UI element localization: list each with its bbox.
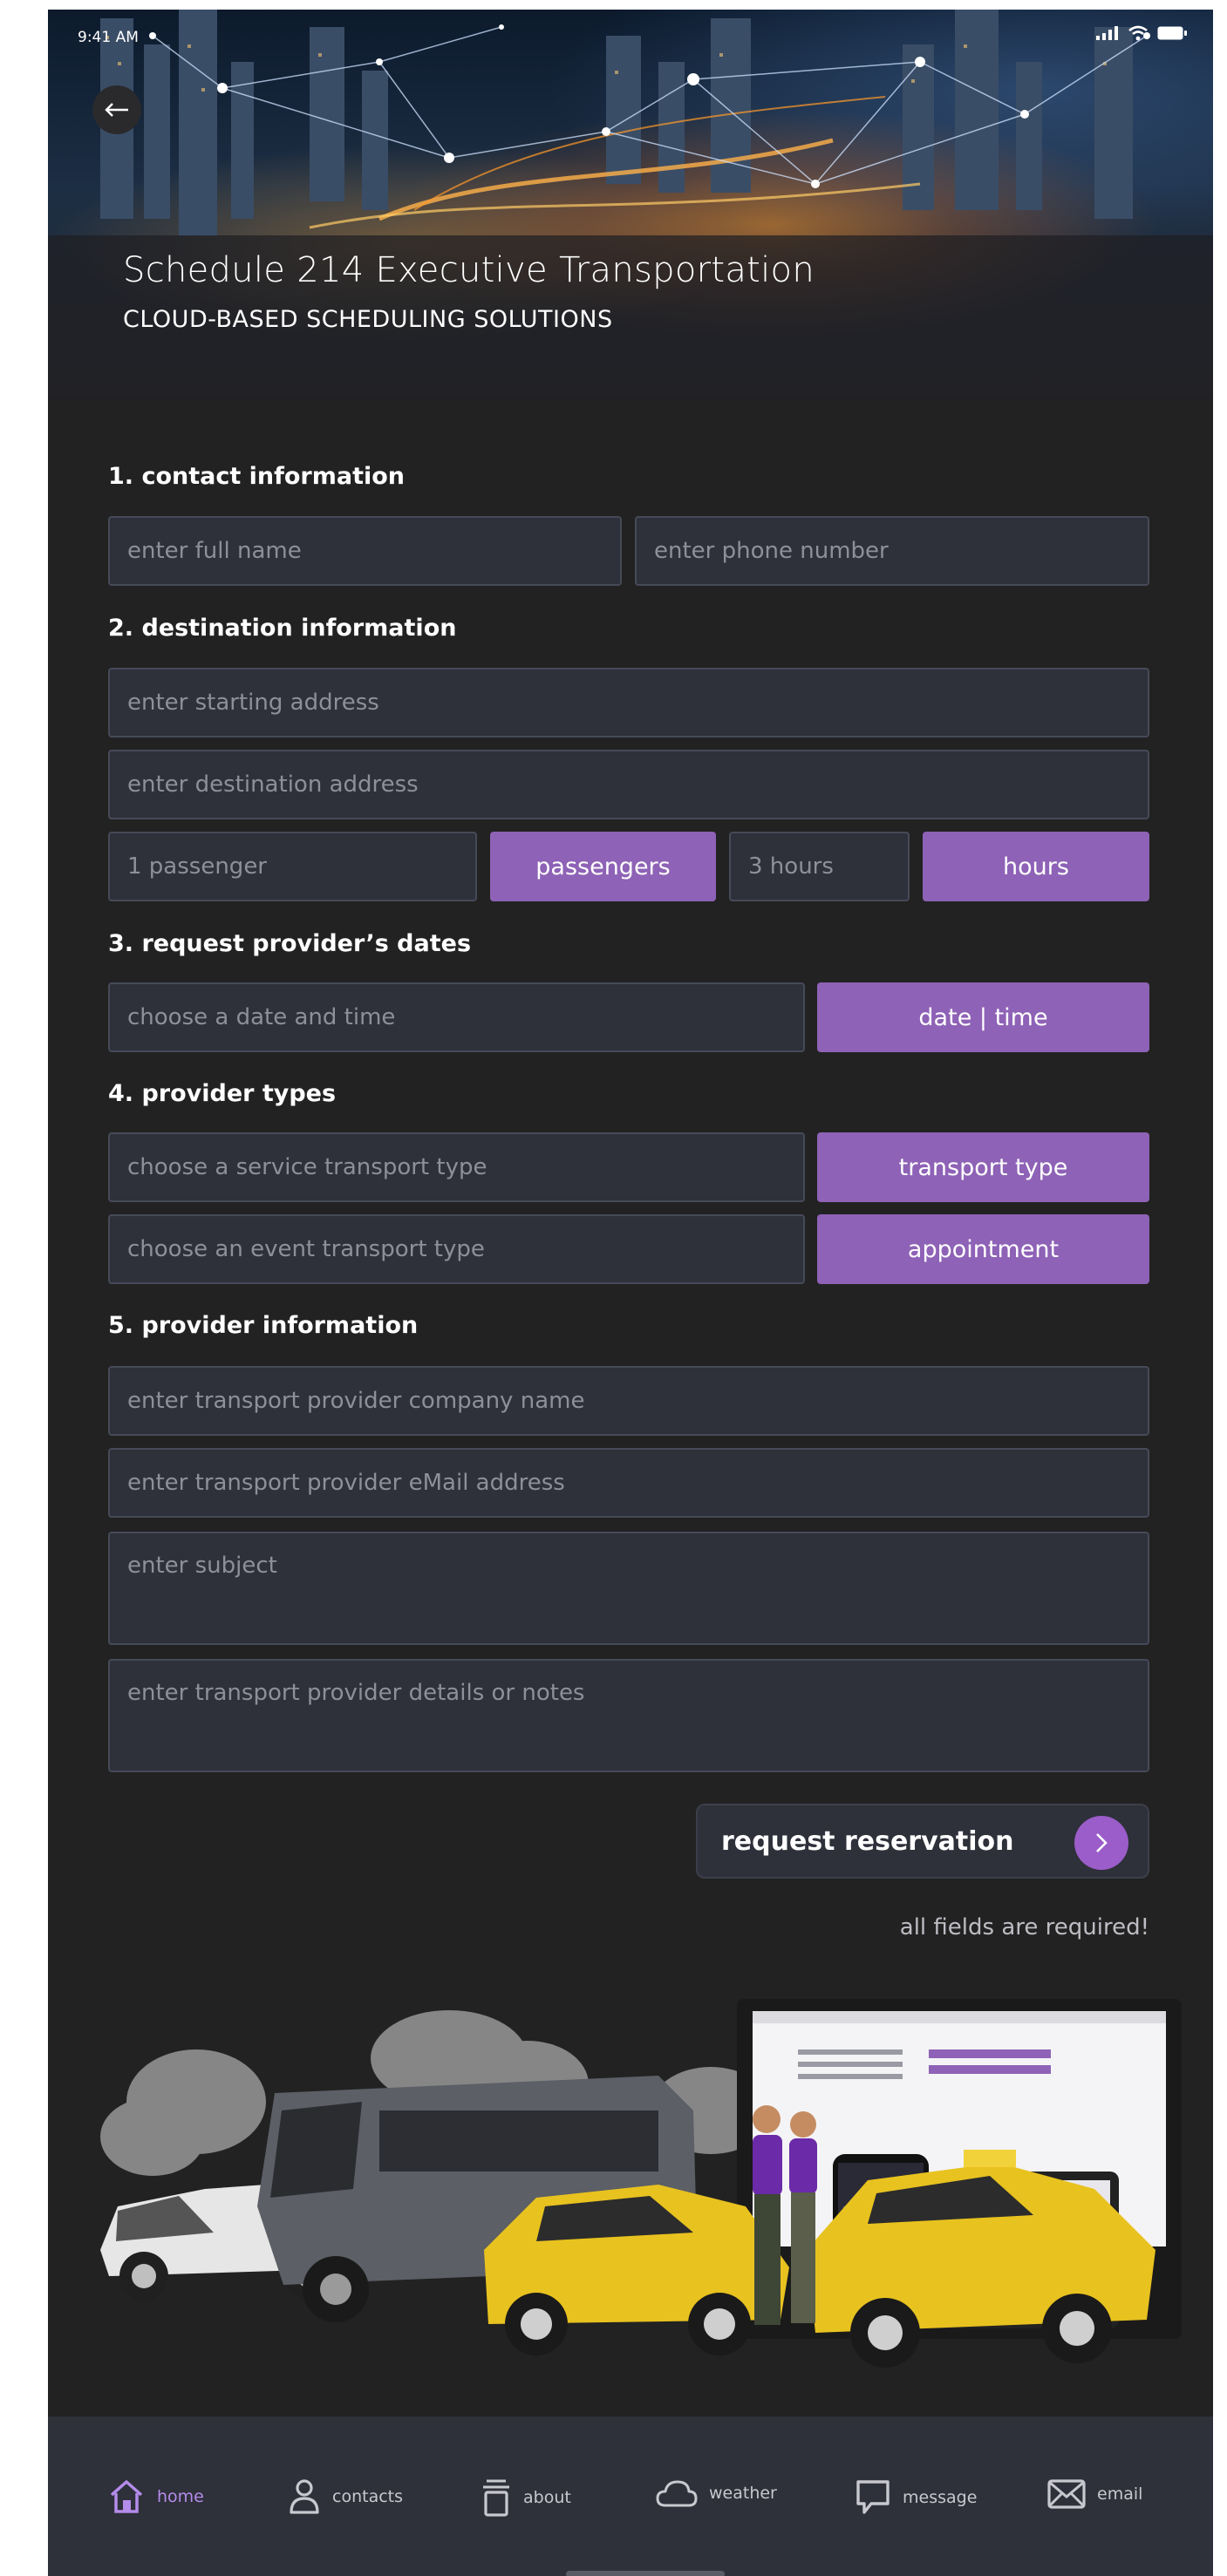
page-title: Schedule 214 Executive Transportation — [123, 250, 815, 290]
request-reservation-button[interactable]: request reservation — [696, 1804, 1149, 1879]
section-heading-dates: 3. request provider’s dates — [108, 930, 472, 957]
destination-address-input[interactable]: enter destination address — [108, 750, 1149, 819]
required-fields-note: all fields are required! — [899, 1914, 1149, 1940]
date-time-button[interactable]: date | time — [817, 982, 1149, 1052]
home-icon — [110, 2480, 143, 2513]
section-heading-provider-types: 4. provider types — [108, 1080, 337, 1107]
hours-value-field[interactable]: 3 hours — [729, 832, 910, 901]
appointment-button[interactable]: appointment — [817, 1214, 1149, 1284]
tab-weather[interactable]: weather — [655, 2477, 777, 2509]
tab-weather-label: weather — [709, 2484, 777, 2503]
provider-company-input[interactable]: enter transport provider company name — [108, 1366, 1149, 1436]
tab-contacts[interactable]: contacts — [287, 2477, 403, 2516]
trash-icon — [483, 2479, 509, 2517]
app-screen: 9:41 AM Schedule 214 Executive Transport… — [48, 10, 1213, 2576]
tab-contacts-label: contacts — [332, 2487, 404, 2506]
tab-about[interactable]: about — [480, 2477, 571, 2518]
date-time-input[interactable]: choose a date and time — [108, 982, 805, 1052]
phone-input[interactable]: enter phone number — [635, 516, 1149, 586]
status-icons — [1096, 25, 1187, 41]
service-transport-type-select[interactable]: choose a service transport type — [108, 1132, 805, 1202]
signal-icon — [1096, 26, 1118, 40]
passengers-value-field[interactable]: 1 passenger — [108, 832, 477, 901]
hero-header: 9:41 AM Schedule 214 Executive Transport… — [48, 10, 1213, 401]
section-heading-contact: 1. contact information — [108, 463, 406, 490]
tab-message-label: message — [903, 2488, 978, 2507]
tab-message[interactable]: message — [854, 2477, 977, 2518]
full-name-input[interactable]: enter full name — [108, 516, 622, 586]
tab-about-label: about — [523, 2488, 571, 2507]
speech-bubble-icon — [856, 2480, 890, 2514]
details-notes-textarea[interactable]: enter transport provider details or note… — [108, 1659, 1149, 1772]
vehicles-illustration — [100, 1999, 1182, 2368]
home-indicator — [566, 2571, 725, 2576]
cloud-icon — [656, 2480, 698, 2507]
back-button[interactable] — [92, 85, 141, 134]
event-transport-type-select[interactable]: choose an event transport type — [108, 1214, 805, 1284]
wifi-icon — [1128, 25, 1148, 41]
chevron-right-icon — [1074, 1816, 1128, 1870]
status-time: 9:41 AM — [78, 29, 139, 46]
person-icon — [290, 2479, 319, 2514]
bottom-tab-bar: home contacts about weather message emai… — [48, 2416, 1213, 2576]
tab-email[interactable]: email — [1046, 2477, 1142, 2511]
request-reservation-label: request reservation — [721, 1825, 1014, 1857]
subject-input[interactable]: enter subject — [108, 1532, 1149, 1645]
transport-type-button[interactable]: transport type — [817, 1132, 1149, 1202]
hours-button[interactable]: hours — [923, 832, 1149, 901]
section-heading-provider-info: 5. provider information — [108, 1312, 419, 1339]
battery-icon — [1157, 26, 1187, 40]
tab-home[interactable]: home — [106, 2477, 204, 2516]
page-subtitle: CLOUD-BASED SCHEDULING SOLUTIONS — [123, 306, 613, 333]
tab-home-label: home — [157, 2487, 204, 2506]
arrow-left-icon — [105, 103, 128, 117]
passengers-button[interactable]: passengers — [490, 832, 716, 901]
starting-address-input[interactable]: enter starting address — [108, 668, 1149, 737]
envelope-icon — [1047, 2479, 1086, 2509]
section-heading-destination: 2. destination information — [108, 615, 457, 642]
tab-email-label: email — [1097, 2484, 1143, 2504]
provider-email-input[interactable]: enter transport provider eMail address — [108, 1448, 1149, 1518]
